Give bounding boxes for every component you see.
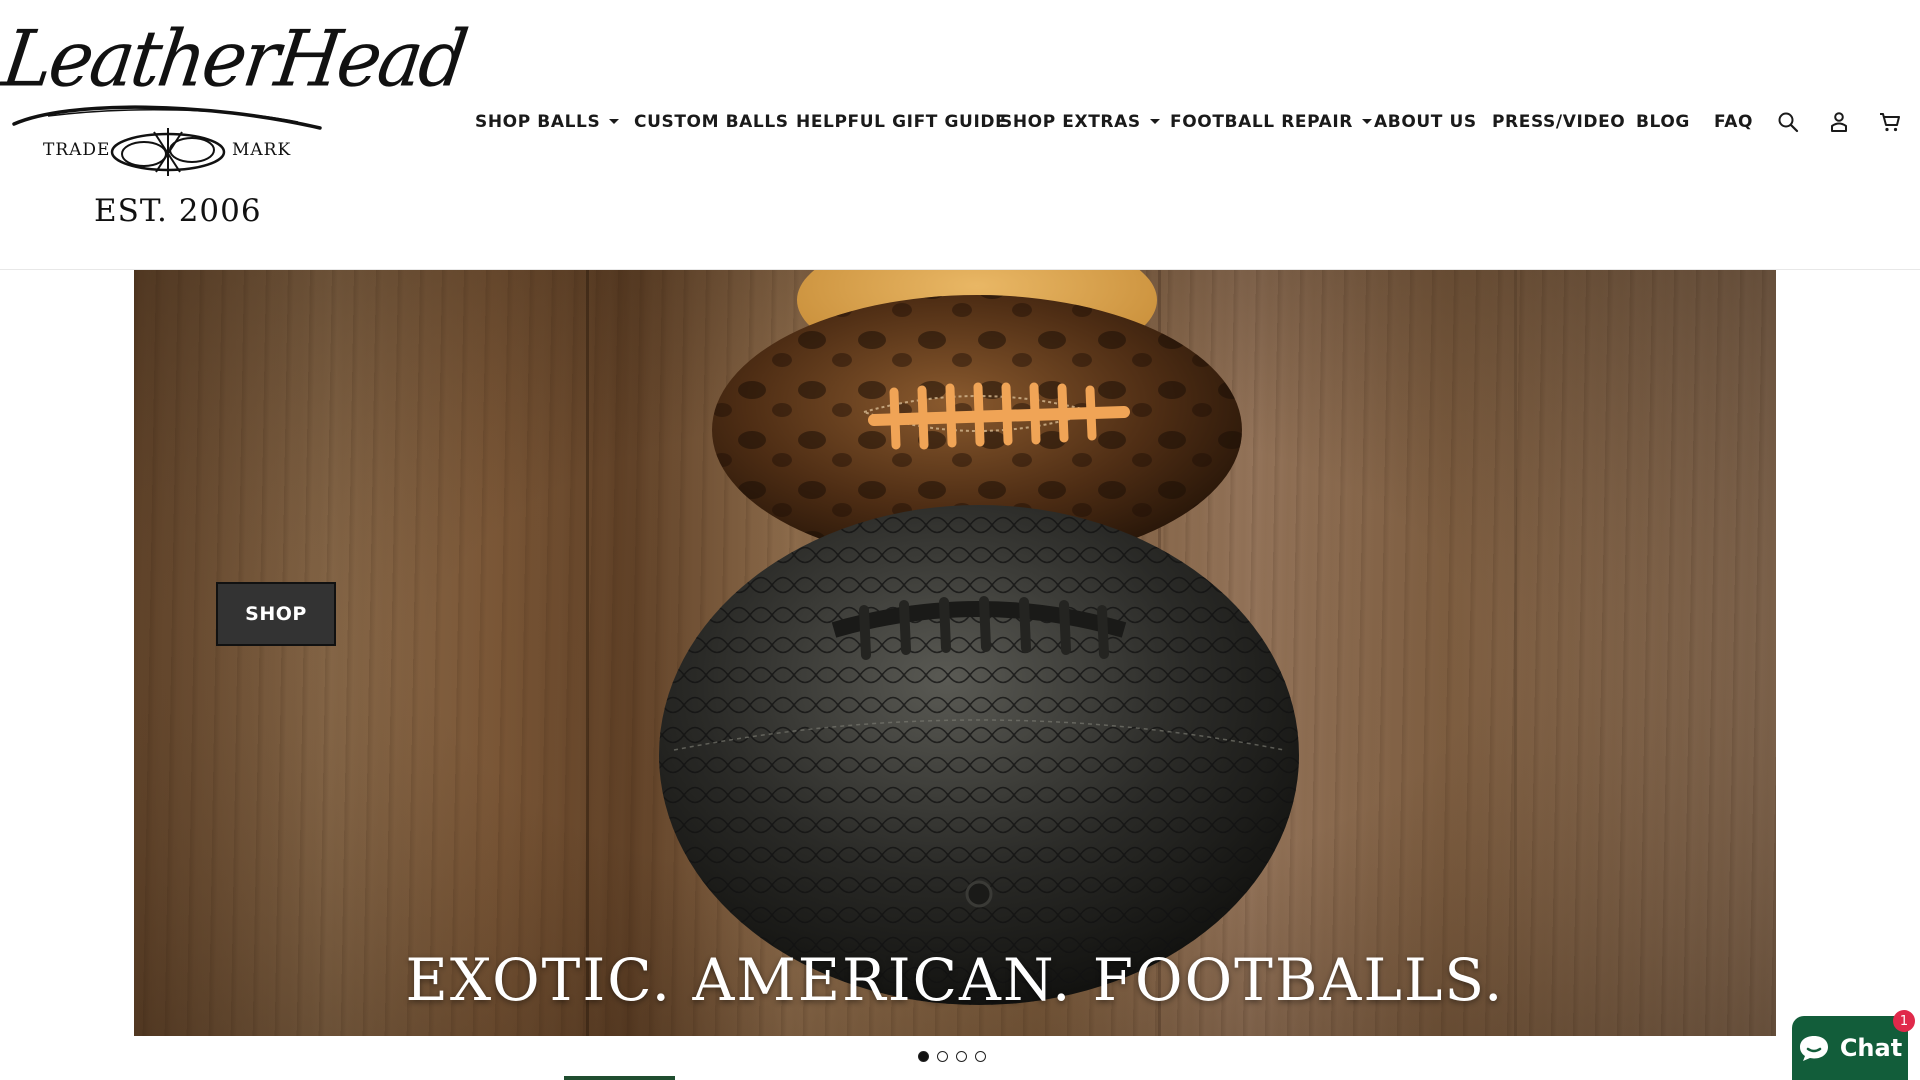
chevron-down-icon: [609, 118, 620, 124]
logo-mark-text: MARK: [232, 140, 292, 160]
chevron-down-icon: [1149, 118, 1160, 124]
nav-helpful-gift-guide[interactable]: HELPFUL GIFT GUIDE: [796, 112, 1007, 132]
account-icon[interactable]: [1827, 110, 1851, 134]
section-accent-bar: [564, 1076, 675, 1080]
hero-football-image: [659, 270, 1299, 1005]
nav-press-video[interactable]: PRESS/VIDEO: [1492, 112, 1625, 132]
cart-icon[interactable]: [1878, 110, 1902, 134]
nav-blog[interactable]: BLOG: [1636, 112, 1690, 132]
search-icon[interactable]: [1776, 110, 1800, 134]
nav-shop-balls[interactable]: SHOP BALLS: [475, 112, 620, 132]
site-header: LeatherHead TRADE MARK EST. 2006 SHOP BA…: [0, 0, 1920, 270]
nav-custom-balls[interactable]: CUSTOM BALLS: [634, 112, 789, 132]
slide-dot-1[interactable]: [918, 1051, 929, 1062]
nav-shop-extras[interactable]: SHOP EXTRAS: [1000, 112, 1160, 132]
nav-football-repair[interactable]: FOOTBALL REPAIR: [1170, 112, 1372, 132]
logo-trade-text: TRADE: [43, 140, 111, 160]
logo-emblem-graphic: [110, 128, 226, 176]
slide-dot-4[interactable]: [975, 1051, 986, 1062]
slide-dot-3[interactable]: [956, 1051, 967, 1062]
slideshow-pagination: [918, 1051, 986, 1062]
chevron-down-icon: [1361, 118, 1372, 124]
nav-faq[interactable]: FAQ: [1714, 112, 1753, 132]
hero-slideshow[interactable]: SHOP EXOTIC. AMERICAN. FOOTBALLS.: [134, 270, 1776, 1036]
hero-tagline: EXOTIC. AMERICAN. FOOTBALLS.: [405, 946, 1505, 1014]
hero-shop-button[interactable]: SHOP: [216, 582, 336, 646]
logo-established-text: EST. 2006: [94, 193, 262, 229]
chat-notification-badge: 1: [1893, 1010, 1915, 1032]
chat-bubble-icon: [1799, 1036, 1828, 1061]
chat-label: Chat: [1839, 1034, 1903, 1062]
brand-logo[interactable]: LeatherHead TRADE MARK EST. 2006: [0, 10, 470, 240]
nav-about-us[interactable]: ABOUT US: [1374, 112, 1477, 132]
logo-wordmark: LeatherHead: [0, 14, 471, 105]
chat-button[interactable]: Chat: [1792, 1016, 1908, 1080]
slide-dot-2[interactable]: [937, 1051, 948, 1062]
